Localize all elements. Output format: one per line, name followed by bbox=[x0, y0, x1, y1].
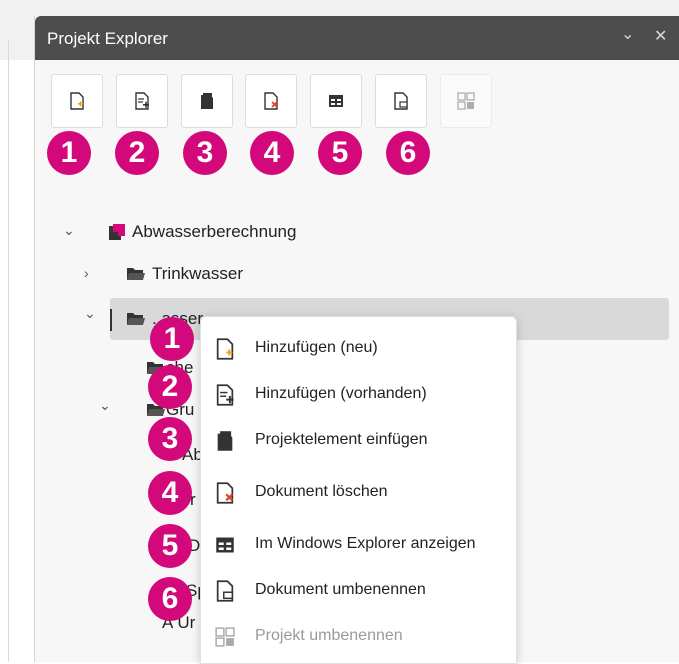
menu-item-add-existing[interactable]: Hinzufügen (vorhanden) bbox=[201, 373, 516, 417]
windows-explorer-icon bbox=[329, 95, 343, 107]
menu-item-show-in-explorer[interactable]: Im Windows Explorer anzeigen bbox=[201, 523, 516, 567]
chevron-down-icon[interactable]: ⌄ bbox=[621, 24, 634, 44]
number-badge: 4 bbox=[250, 131, 294, 175]
rename-project-icon bbox=[457, 92, 475, 110]
toolbar-rename-project-button[interactable] bbox=[440, 74, 492, 128]
toolbar-add-new-button[interactable] bbox=[51, 74, 103, 128]
menu-item-label: Hinzufügen (neu) bbox=[255, 339, 378, 356]
add-existing-document-icon bbox=[216, 384, 234, 406]
tree-node-trinkwasser[interactable]: Trinkwasser bbox=[126, 259, 243, 289]
windows-explorer-icon bbox=[216, 537, 234, 553]
number-badge: 1 bbox=[47, 131, 91, 175]
insert-project-element-icon bbox=[201, 93, 213, 109]
delete-document-icon bbox=[264, 92, 278, 110]
context-menu: Hinzufügen (neu) Hinzufügen (vorhanden) … bbox=[200, 316, 517, 664]
number-badge: 3 bbox=[183, 131, 227, 175]
chevron-down-icon[interactable]: ⌄ bbox=[84, 305, 96, 322]
menu-item-label: Hinzufügen (vorhanden) bbox=[255, 385, 427, 402]
menu-item-label: Im Windows Explorer anzeigen bbox=[255, 535, 476, 552]
add-new-document-icon bbox=[216, 338, 234, 360]
project-icon bbox=[109, 224, 125, 240]
toolbar-rename-document-button[interactable] bbox=[375, 74, 427, 128]
menu-item-add-new[interactable]: Hinzufügen (neu) bbox=[201, 327, 516, 371]
chevron-down-icon[interactable]: ⌄ bbox=[99, 397, 111, 414]
panel-titlebar: Projekt Explorer ⌄ ✕ bbox=[35, 16, 679, 60]
menu-item-label: Projektelement einfügen bbox=[255, 431, 428, 448]
menu-item-rename-document[interactable]: Dokument umbenennen bbox=[201, 569, 516, 613]
toolbar-insert-element-button[interactable] bbox=[181, 74, 233, 128]
number-badge: 6 bbox=[386, 131, 430, 175]
menu-item-label: Dokument umbenennen bbox=[255, 581, 426, 598]
number-badge: 6 bbox=[148, 577, 192, 621]
number-badge: 4 bbox=[148, 471, 192, 515]
rename-document-icon bbox=[216, 580, 234, 602]
rename-document-icon bbox=[394, 92, 408, 110]
number-badge: 2 bbox=[148, 365, 192, 409]
toolbar-explorer-button[interactable] bbox=[310, 74, 362, 128]
number-badge: 3 bbox=[148, 417, 192, 461]
tree-label-root: Abwasserberechnung bbox=[132, 222, 297, 241]
add-new-document-icon bbox=[70, 92, 84, 110]
close-icon[interactable]: ✕ bbox=[654, 26, 667, 46]
toolbar-delete-button[interactable] bbox=[245, 74, 297, 128]
menu-item-insert-element[interactable]: Projektelement einfügen bbox=[201, 419, 516, 463]
left-divider bbox=[8, 40, 9, 662]
number-badge: 2 bbox=[115, 131, 159, 175]
add-existing-document-icon bbox=[135, 92, 149, 110]
chevron-down-icon[interactable]: ⌄ bbox=[63, 222, 75, 239]
menu-item-label: Projekt umbenennen bbox=[255, 627, 403, 644]
focus-caret bbox=[110, 309, 112, 331]
menu-item-rename-project[interactable]: Projekt umbenennen bbox=[201, 615, 516, 659]
menu-item-delete-document[interactable]: Dokument löschen bbox=[201, 471, 516, 515]
menu-item-label: Dokument löschen bbox=[255, 483, 388, 500]
tree-label-trinkwasser: Trinkwasser bbox=[152, 264, 243, 283]
tree-node-root[interactable]: Abwasserberechnung bbox=[108, 217, 296, 247]
folder-icon bbox=[127, 313, 145, 325]
toolbar-add-existing-button[interactable] bbox=[116, 74, 168, 128]
panel-title: Projekt Explorer bbox=[47, 29, 168, 48]
folder-icon bbox=[127, 268, 145, 280]
number-badge: 5 bbox=[148, 524, 192, 568]
chevron-right-icon[interactable]: › bbox=[84, 265, 89, 281]
rename-project-icon bbox=[215, 627, 235, 647]
number-badge: 5 bbox=[318, 131, 362, 175]
delete-document-icon bbox=[216, 482, 234, 504]
insert-project-element-icon bbox=[217, 431, 233, 451]
number-badge: 1 bbox=[150, 317, 194, 361]
